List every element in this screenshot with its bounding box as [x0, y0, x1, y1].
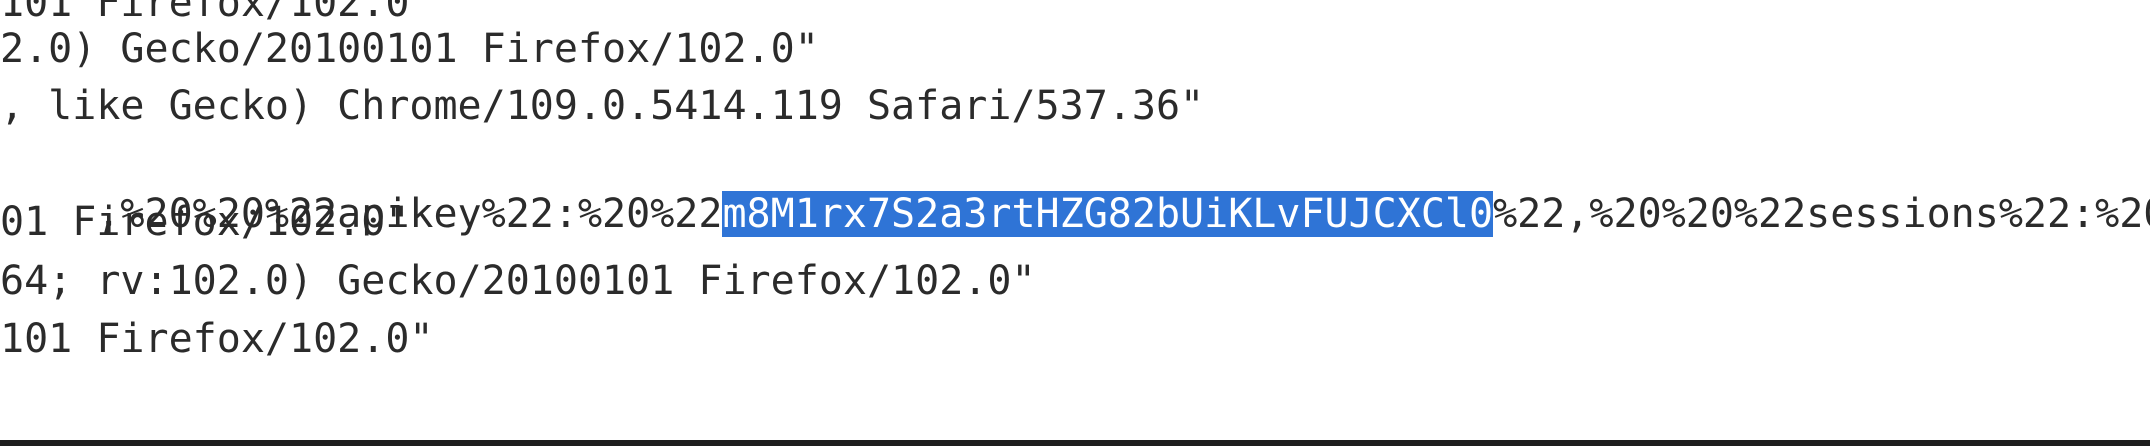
log-text-viewer[interactable]: 101 Firefox/102.0" 2.0) Gecko/20100101 F… — [0, 0, 2150, 440]
viewer-bottom-border — [0, 440, 2150, 446]
log-line: 2.0) Gecko/20100101 Firefox/102.0" — [0, 26, 819, 72]
log-line-apikey-suffix: %22,%20%20%22sessions%22:%20 — [1493, 191, 2150, 237]
log-line: 101 Firefox/102.0" — [0, 316, 434, 362]
log-line: 01 Firefox/102.0" — [0, 199, 410, 245]
log-line: , like Gecko) Chrome/109.0.5414.119 Safa… — [0, 83, 1205, 129]
log-line: 64; rv:102.0) Gecko/20100101 Firefox/102… — [0, 258, 1036, 304]
log-line-apikey: ,%20%20%22apikey%22:%20%22m8M1rx7S2a3rtH… — [0, 139, 2150, 237]
selected-text-apikey[interactable]: m8M1rx7S2a3rtHZG82bUiKLvFUJCXCl0 — [722, 191, 1494, 237]
